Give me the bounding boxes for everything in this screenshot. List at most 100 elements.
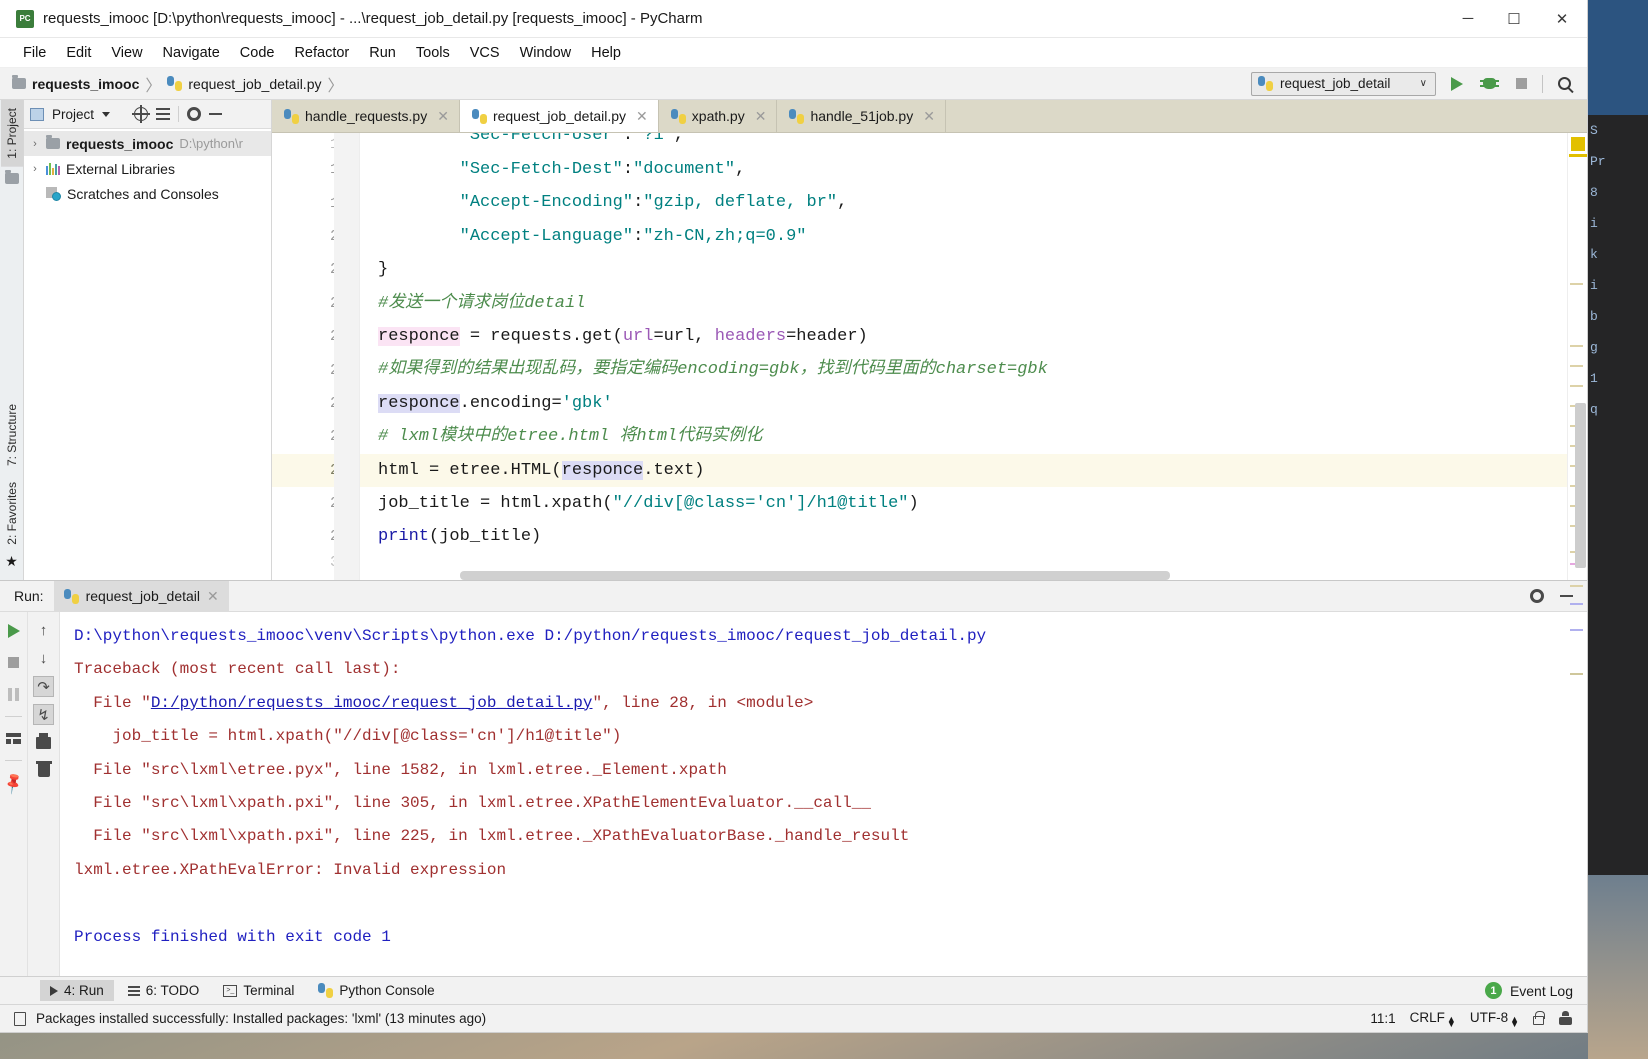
pause-button[interactable] (3, 684, 24, 705)
tool-button-python-console[interactable]: Python Console (308, 980, 444, 1001)
error-stripe-mark[interactable] (1570, 585, 1583, 587)
tool-button-todo[interactable]: 6: TODO (118, 980, 210, 1001)
code-line[interactable]: responce.encoding='gbk' (360, 387, 1567, 420)
encoding-widget[interactable]: UTF-8 ▲ ▼ (1470, 1010, 1519, 1029)
menu-run[interactable]: Run (360, 42, 405, 64)
code-line[interactable]: } (360, 253, 1567, 286)
menu-view[interactable]: View (102, 42, 151, 64)
editor-tab-handle-51job[interactable]: handle_51job.py ✕ (777, 100, 946, 132)
close-icon[interactable]: ✕ (207, 588, 219, 605)
code-line[interactable]: "Accept-Encoding":"gzip, deflate, br", (360, 186, 1567, 219)
error-stripe-markers[interactable] (1567, 133, 1587, 675)
prev-occurrence-button[interactable]: ↑ (33, 620, 54, 641)
menu-tools[interactable]: Tools (407, 42, 459, 64)
close-button[interactable]: ✕ (1537, 0, 1587, 37)
run-tab-request-job-detail[interactable]: request_job_detail ✕ (53, 581, 229, 611)
expand-arrow-icon[interactable]: › (30, 163, 40, 175)
tool-button-run[interactable]: 4: Run (40, 980, 114, 1001)
debug-button[interactable] (1478, 73, 1500, 95)
run-button[interactable] (1446, 73, 1468, 95)
scroll-to-end-button[interactable]: ↯ (33, 704, 54, 725)
event-log-label[interactable]: Event Log (1510, 983, 1573, 999)
vertical-scrollbar[interactable] (1575, 403, 1586, 568)
clear-all-button[interactable] (33, 760, 54, 781)
code-line[interactable]: "Sec-Fetch-Dest":"document", (360, 153, 1567, 186)
stop-button[interactable] (1510, 73, 1532, 95)
console-output[interactable]: D:\python\requests_imooc\venv\Scripts\py… (60, 612, 1569, 976)
pin-tab-button[interactable]: 📌 (1, 771, 26, 796)
editor-tab-request-job-detail[interactable]: request_job_detail.py ✕ (459, 100, 659, 132)
maximize-button[interactable]: ☐ (1491, 0, 1537, 37)
menu-navigate[interactable]: Navigate (154, 42, 229, 64)
tree-node-requests-imooc[interactable]: › requests_imooc D:\python\r (24, 131, 271, 156)
caret-position[interactable]: 11:1 (1370, 1011, 1395, 1026)
code-line[interactable]: #发送一个请求岗位detail (360, 287, 1567, 320)
error-stripe-mark[interactable] (1570, 673, 1583, 675)
code-line[interactable]: responce = requests.get(url=url, headers… (360, 320, 1567, 353)
tree-node-scratches[interactable]: Scratches and Consoles (24, 181, 271, 206)
close-icon[interactable]: ✕ (755, 108, 767, 125)
editor-gutter[interactable]: 1718192021222324252627282930 (272, 133, 360, 580)
layout-settings-button[interactable] (3, 728, 24, 749)
error-stripe-mark[interactable] (1570, 345, 1583, 347)
editor-tab-handle-requests[interactable]: handle_requests.py ✕ (272, 100, 460, 132)
code-line[interactable]: print(job_title) (360, 520, 1567, 553)
gear-icon[interactable] (187, 107, 202, 121)
menu-file[interactable]: File (14, 42, 55, 64)
gear-icon[interactable] (1530, 589, 1544, 603)
notification-icon[interactable] (14, 1011, 26, 1026)
code-folding-strip[interactable] (334, 133, 360, 580)
sidebar-item-project[interactable]: 1: Project (0, 100, 23, 167)
console-file-link[interactable]: D:/python/requests_imooc/request_job_det… (151, 694, 593, 712)
error-stripe-mark[interactable] (1570, 629, 1583, 631)
run-configuration-selector[interactable]: request_job_detail ∨ (1251, 71, 1436, 96)
line-separator-widget[interactable]: CRLF ▲ ▼ (1410, 1010, 1456, 1029)
soft-wrap-button[interactable]: ↷ (33, 676, 54, 697)
minimize-icon[interactable] (1560, 595, 1573, 597)
unlocked-icon[interactable] (1533, 1011, 1545, 1025)
breadcrumb-file[interactable]: request_job_detail.py (167, 76, 322, 92)
menu-help[interactable]: Help (582, 42, 630, 64)
close-icon[interactable]: ✕ (437, 108, 449, 125)
console-scroll-area[interactable] (1569, 612, 1587, 976)
code-text-area[interactable]: "Sec-Fetch-User":"?1", "Sec-Fetch-Dest":… (360, 133, 1567, 580)
expand-arrow-icon[interactable]: › (30, 138, 40, 150)
code-line[interactable]: #如果得到的结果出现乱码，要指定编码encoding=gbk，找到代码里面的ch… (360, 353, 1567, 386)
code-line[interactable]: # lxml模块中的etree.html 将html代码实例化 (360, 420, 1567, 453)
code-line[interactable] (360, 554, 1567, 572)
rerun-button[interactable] (3, 620, 24, 641)
tree-node-external-libraries[interactable]: › External Libraries (24, 156, 271, 181)
print-button[interactable] (33, 732, 54, 753)
editor-tab-xpath[interactable]: xpath.py ✕ (658, 100, 778, 132)
hide-panel-icon[interactable] (209, 113, 223, 115)
sidebar-item-favorites[interactable]: 2: Favorites (1, 474, 23, 553)
code-line[interactable]: html = etree.HTML(responce.text) (360, 453, 1567, 487)
menu-edit[interactable]: Edit (57, 42, 100, 64)
close-icon[interactable]: ✕ (636, 108, 648, 125)
menu-vcs[interactable]: VCS (461, 42, 509, 64)
error-stripe-mark[interactable] (1570, 365, 1583, 367)
error-stripe-mark[interactable] (1570, 603, 1583, 605)
sidebar-item-structure[interactable]: 7: Structure (1, 396, 23, 474)
background-editor-window[interactable]: S Pr 8 i k i b g 1 q (1588, 115, 1648, 875)
menu-window[interactable]: Window (511, 42, 581, 64)
menu-code[interactable]: Code (231, 42, 284, 64)
inspection-status-icon[interactable] (1571, 137, 1585, 151)
inspection-profile-icon[interactable] (1558, 1011, 1573, 1026)
breadcrumb-project[interactable]: requests_imooc (12, 75, 139, 92)
scroll-from-source-icon[interactable] (132, 105, 151, 123)
next-occurrence-button[interactable]: ↓ (33, 648, 54, 669)
menu-refactor[interactable]: Refactor (285, 42, 358, 64)
code-line[interactable]: "Accept-Language":"zh-CN,zh;q=0.9" (360, 220, 1567, 253)
code-line[interactable]: "Sec-Fetch-User":"?1", (360, 133, 1567, 153)
stop-button[interactable] (3, 652, 24, 673)
code-line[interactable]: job_title = html.xpath("//div[@class='cn… (360, 487, 1567, 520)
error-stripe-mark[interactable] (1570, 385, 1583, 387)
event-log-area[interactable]: 1 Event Log (1484, 982, 1587, 999)
chevron-down-icon[interactable] (102, 111, 111, 117)
horizontal-scrollbar[interactable] (460, 571, 1170, 580)
minimize-button[interactable]: ─ (1445, 0, 1491, 37)
tool-button-terminal[interactable]: >_ Terminal (213, 980, 304, 1001)
error-stripe-mark[interactable] (1570, 283, 1583, 285)
search-everywhere-button[interactable] (1553, 73, 1575, 95)
